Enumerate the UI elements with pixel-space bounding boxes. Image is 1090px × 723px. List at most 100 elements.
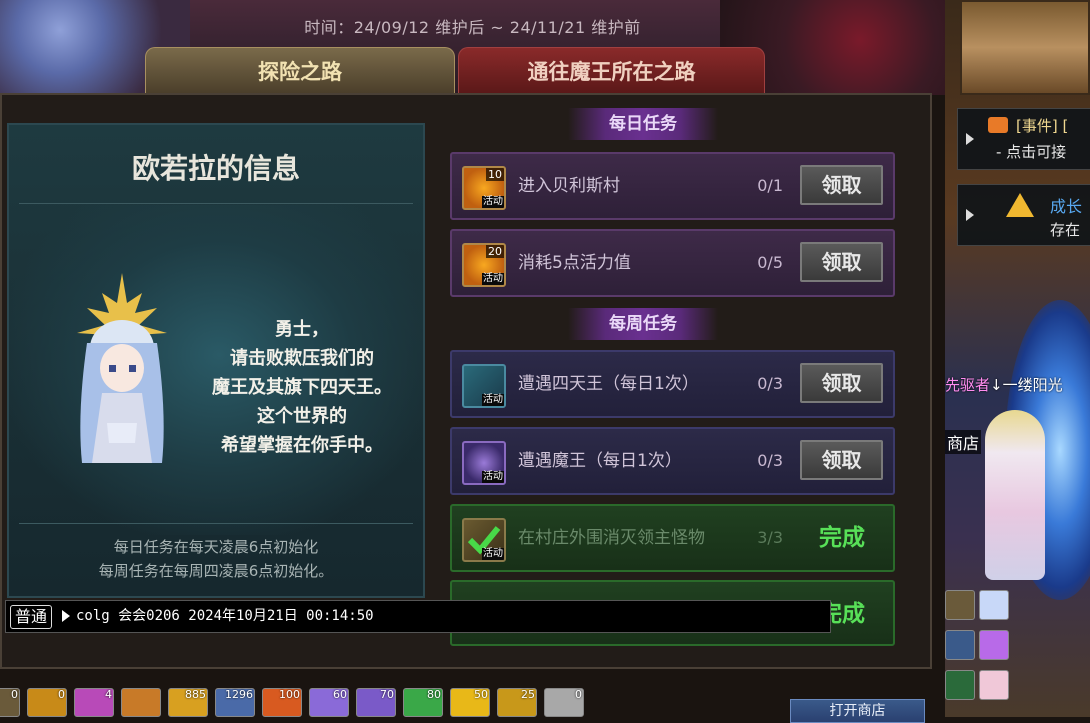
- daily-quests-header: 每日任务: [568, 108, 718, 140]
- claim-button[interactable]: 领取: [800, 440, 883, 480]
- item-slot[interactable]: 80: [403, 688, 443, 717]
- skill-slot[interactable]: [979, 670, 1009, 700]
- nameplate-title: 先驱者: [945, 376, 991, 394]
- expand-arrow-icon[interactable]: [966, 133, 974, 145]
- item-slot[interactable]: 885: [168, 688, 208, 717]
- skill-slot[interactable]: [979, 630, 1009, 660]
- daily-quest-row: 20 活动 消耗5点活力值 0/5 领取: [450, 229, 895, 297]
- expand-arrow-icon[interactable]: [966, 209, 974, 221]
- icon-badge: 20: [486, 245, 504, 258]
- weekly-quest-row: 活动 遭遇四天王（每日1次） 0/3 领取: [450, 350, 895, 418]
- star-icon: [1006, 193, 1034, 217]
- quest-progress: 0/5: [757, 253, 783, 272]
- nameplate-name: ↓一缕阳光: [990, 376, 1063, 394]
- icon-tag: 活动: [482, 196, 504, 208]
- item-count: 885: [185, 688, 206, 701]
- divider: [19, 523, 413, 524]
- event-time-range: 时间：24/09/12 维护后 ~ 24/11/21 维护前: [304, 18, 641, 37]
- icon-tag: 活动: [482, 394, 504, 406]
- speech-line: 这个世界的: [257, 406, 347, 427]
- minimap[interactable]: [960, 0, 1090, 95]
- claim-button[interactable]: 领取: [800, 165, 883, 205]
- item-count: 80: [427, 688, 441, 701]
- skill-slot[interactable]: [945, 670, 975, 700]
- character-nameplate: 先驱者↓一缕阳光: [945, 374, 1063, 395]
- info-title: 欧若拉的信息: [131, 152, 300, 185]
- quest-name: 遭遇魔王（每日1次）: [518, 451, 682, 471]
- player-character[interactable]: [985, 410, 1045, 580]
- quest-progress: 3/3: [757, 528, 783, 547]
- aurora-info-panel: 欧若拉的信息 勇士， 请击败欺压我们的 魔王及其旗下四天王。 这个世界的 希望掌…: [7, 123, 425, 598]
- quest-name: 消耗5点活力值: [518, 253, 631, 273]
- daily-reset-note: 每日任务在每天凌晨6点初始化: [113, 538, 319, 556]
- tab-road-to-demon-king[interactable]: 通往魔王所在之路: [458, 47, 765, 94]
- game-scene: [事件] [ - 点击可接 成长 存在 先驱者↓一缕阳光 商店: [945, 0, 1090, 717]
- chat-channel-selector[interactable]: 普通: [10, 605, 53, 629]
- claim-button[interactable]: 领取: [800, 242, 883, 282]
- speech-line: 希望掌握在你手中。: [221, 435, 383, 456]
- growth-title: 成长: [1050, 197, 1083, 216]
- open-shop-button[interactable]: 打开商店: [790, 699, 925, 723]
- item-quickbar: 0 0 4 885 1296 100 60 70 80 50 25 0: [0, 688, 600, 717]
- claim-button[interactable]: 领取: [800, 363, 883, 403]
- item-slot[interactable]: 0: [0, 688, 20, 717]
- quest-name: 遭遇四天王（每日1次）: [518, 374, 699, 394]
- weekly-quest-row: 活动 遭遇魔王（每日1次） 0/3 领取: [450, 427, 895, 495]
- item-slot[interactable]: 0: [27, 688, 67, 717]
- tab-adventure-road[interactable]: 探险之路: [145, 47, 455, 94]
- quest-progress: 0/3: [757, 374, 783, 393]
- icon-tag: 活动: [482, 273, 504, 285]
- quest-progress: 0/1: [757, 176, 783, 195]
- item-slot[interactable]: 1296: [215, 688, 255, 717]
- item-slot[interactable]: [121, 688, 161, 717]
- divider: [19, 203, 413, 204]
- channel-arrow-icon[interactable]: [62, 610, 70, 622]
- growth-notice[interactable]: 成长 存在: [957, 184, 1090, 246]
- aurora-portrait-icon: [77, 273, 167, 463]
- icon-badge: 10: [486, 168, 504, 181]
- item-slot[interactable]: 70: [356, 688, 396, 717]
- activity-10-icon: 10 活动: [462, 166, 506, 210]
- item-slot[interactable]: 50: [450, 688, 490, 717]
- activity-20-icon: 20 活动: [462, 243, 506, 287]
- skill-slot[interactable]: [979, 590, 1009, 620]
- chat-input-bar[interactable]: 普通 colg 会会0206 2024年10月21日 00:14:50: [5, 600, 831, 633]
- item-count: 100: [279, 688, 300, 701]
- item-slot[interactable]: 60: [309, 688, 349, 717]
- item-slot[interactable]: 100: [262, 688, 302, 717]
- quest-name: 进入贝利斯村: [518, 176, 620, 196]
- daily-quest-row: 10 活动 进入贝利斯村 0/1 领取: [450, 152, 895, 220]
- growth-subtitle: 存在: [1050, 221, 1081, 239]
- item-count: 25: [521, 688, 535, 701]
- weekly-quests-header: 每周任务: [568, 308, 718, 340]
- item-slot[interactable]: 25: [497, 688, 537, 717]
- quest-progress: 0/3: [757, 451, 783, 470]
- speech-line: 魔王及其旗下四天王。: [212, 377, 392, 398]
- checkmark-activity-icon: 活动: [462, 518, 506, 562]
- event-subtitle: - 点击可接: [996, 143, 1067, 161]
- shop-npc-label[interactable]: 商店: [945, 430, 982, 454]
- icon-tag: 活动: [482, 471, 504, 483]
- skill-slot[interactable]: [945, 630, 975, 660]
- reset-notes: 每日任务在每天凌晨6点初始化 每周任务在每周四凌晨6点初始化。: [9, 535, 423, 583]
- item-count: 1296: [225, 688, 253, 701]
- weekly-quest-row-completed: 活动 在村庄外围消灭领主怪物 3/3 完成: [450, 504, 895, 572]
- item-count: 4: [105, 688, 112, 701]
- item-count: 0: [58, 688, 65, 701]
- completed-label: 完成: [819, 524, 865, 551]
- side-skill-icons: [945, 585, 1009, 717]
- sword-activity-icon: 活动: [462, 364, 506, 408]
- quest-name: 在村庄外围消灭领主怪物: [518, 528, 705, 548]
- speech-line: 请击败欺压我们的: [230, 348, 374, 369]
- skill-slot[interactable]: [945, 590, 975, 620]
- item-slot[interactable]: 4: [74, 688, 114, 717]
- item-slot[interactable]: 0: [544, 688, 584, 717]
- aurora-speech: 勇士， 请击败欺压我们的 魔王及其旗下四天王。 这个世界的 希望掌握在你手中。: [187, 315, 417, 460]
- event-notice[interactable]: [事件] [ - 点击可接: [957, 108, 1090, 170]
- event-banner: 时间：24/09/12 维护后 ~ 24/11/21 维护前 探险之路 通往魔王…: [0, 0, 945, 95]
- event-icon: [988, 117, 1008, 133]
- speech-line: 勇士，: [275, 319, 329, 340]
- icon-tag: 活动: [482, 548, 504, 560]
- chat-message-text: colg 会会0206 2024年10月21日 00:14:50: [76, 608, 374, 624]
- item-count: 50: [474, 688, 488, 701]
